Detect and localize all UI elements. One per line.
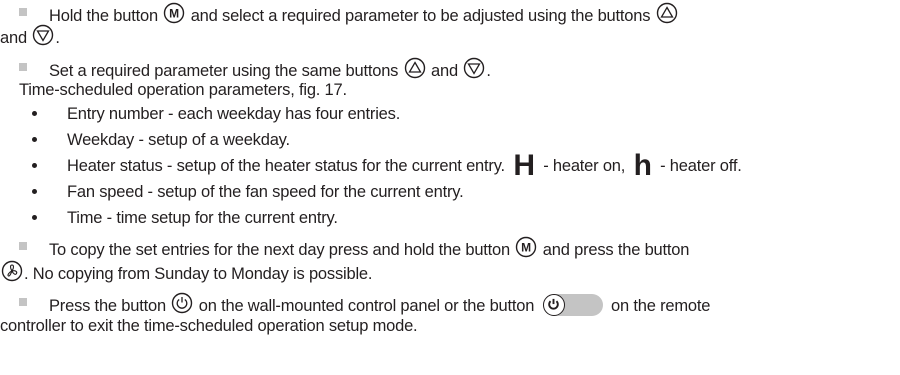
- instruction-text: Hold the button: [49, 7, 158, 25]
- instruction-line: Set a required parameter using the same …: [49, 57, 491, 81]
- bullet-dot: [32, 215, 37, 220]
- paragraph-marker: [19, 298, 27, 306]
- instruction-text: on the remote: [611, 297, 711, 315]
- bullet-text: - heater off.: [660, 157, 742, 175]
- instruction-line: Hold the button M and select a required …: [49, 2, 679, 26]
- instruction-text: and press the button: [542, 241, 690, 259]
- period: .: [55, 29, 60, 47]
- instruction-text: To copy the set entries for the next day…: [49, 241, 511, 259]
- paragraph-marker: [19, 242, 27, 250]
- bullet-dot: [32, 111, 37, 116]
- bullet-dot: [32, 137, 37, 142]
- instruction-line: and .: [0, 24, 60, 48]
- bullet-dot: [32, 163, 37, 168]
- bullet-text: Fan speed - setup of the fan speed for t…: [67, 183, 464, 201]
- instruction-text: on the wall-mounted control panel or the…: [198, 297, 535, 315]
- instruction-text: . No copying from Sunday to Monday is po…: [24, 265, 373, 283]
- paragraph-marker: [19, 8, 27, 16]
- m-button-icon: M: [516, 236, 537, 258]
- instruction-text: and: [0, 29, 27, 47]
- m-button-icon: M: [164, 2, 185, 24]
- instruction-text: Press the button: [49, 297, 166, 315]
- instruction-line: . No copying from Sunday to Monday is po…: [0, 260, 372, 284]
- instruction-text: Set a required parameter using the same …: [49, 62, 399, 80]
- power-button-icon: [172, 292, 193, 314]
- instruction-text: and select a required parameter to be ad…: [190, 7, 651, 25]
- instruction-line: Press the button on the wall-mounted con…: [49, 292, 710, 316]
- bullet-text: Time - time setup for the current entry.: [67, 209, 338, 227]
- up-button-icon: [404, 57, 425, 79]
- instruction-line: controller to exit the time-scheduled op…: [0, 317, 418, 335]
- bullet-text: Heater status - setup of the heater stat…: [67, 157, 505, 175]
- bullet-dot: [32, 189, 37, 194]
- power-symbol-icon: [547, 298, 559, 310]
- fan-button-icon: [1, 260, 23, 282]
- up-button-icon: [656, 2, 677, 24]
- instruction-line: To copy the set entries for the next day…: [49, 236, 689, 260]
- remote-power-button-icon: [542, 294, 603, 316]
- heater-bullet-line: Heater status - setup of the heater stat…: [67, 151, 742, 181]
- bullet-text: Entry number - each weekday has four ent…: [67, 105, 401, 123]
- section-heading: Time-scheduled operation parameters, fig…: [19, 81, 347, 99]
- m-button-label: M: [522, 241, 532, 255]
- m-button-label: M: [169, 7, 179, 21]
- heater-off-symbol: h: [633, 149, 652, 182]
- down-button-icon: [464, 57, 485, 79]
- instruction-text: and: [431, 62, 458, 80]
- remote-power-knob: [542, 294, 565, 316]
- heater-on-symbol: H: [513, 149, 535, 182]
- down-button-icon: [33, 24, 54, 46]
- bullet-text: Weekday - setup of a weekday.: [67, 131, 290, 149]
- paragraph-marker: [19, 63, 27, 71]
- period: .: [486, 62, 491, 80]
- bullet-text: - heater on,: [543, 157, 626, 175]
